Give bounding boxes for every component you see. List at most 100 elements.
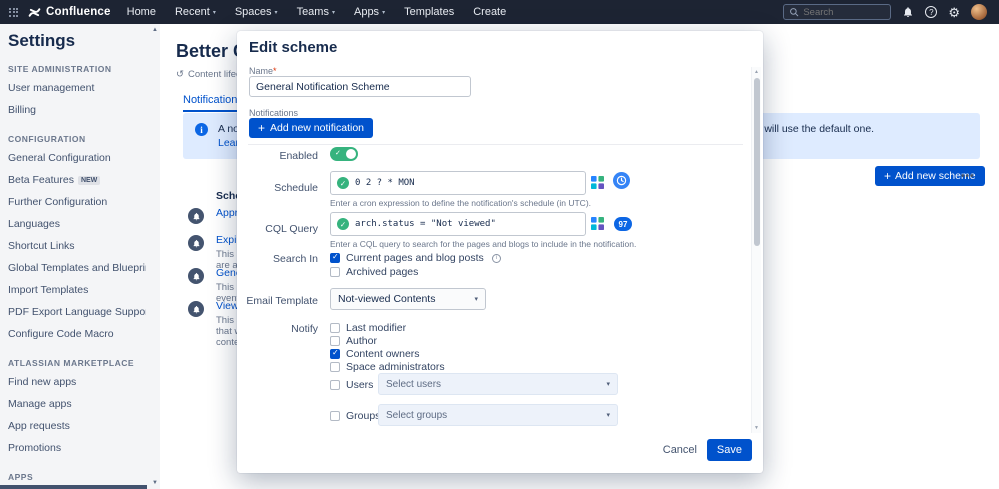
checkbox-last-modifier[interactable]	[330, 323, 340, 333]
checkbox-space-administrators[interactable]	[330, 362, 340, 372]
sidebar-section-header: ATLASSIAN MARKETPLACE	[8, 358, 135, 368]
search-input[interactable]	[803, 6, 884, 18]
enabled-label: Enabled	[279, 150, 318, 162]
sidebar-item-find-new-apps[interactable]: Find new apps	[8, 371, 146, 393]
gear-icon[interactable]: ⚙	[948, 6, 960, 19]
cql-label: CQL Query	[265, 223, 318, 235]
checkbox-label: Archived pages	[346, 266, 419, 278]
add-notification-label: Add new notification	[270, 122, 364, 134]
checkbox-groups[interactable]	[330, 411, 340, 421]
sidebar-item-further-configuration[interactable]: Further Configuration	[8, 191, 146, 213]
sidebar-item-import-templates[interactable]: Import Templates	[8, 279, 146, 301]
nav-label: Teams	[296, 6, 329, 18]
cql-query-value: arch.status = "Not viewed"	[355, 219, 496, 229]
valid-check-icon	[337, 218, 349, 230]
nav-label: Apps	[353, 6, 380, 18]
confluence-logo[interactable]: Confluence	[28, 6, 111, 19]
select-users-placeholder: Select users	[386, 378, 442, 390]
chevron-down-icon: ▾	[331, 10, 335, 16]
settings-sidebar: Settings SITE ADMINISTRATION User manage…	[0, 24, 160, 489]
info-icon[interactable]: i	[491, 253, 501, 263]
nav-label: Create	[473, 6, 507, 18]
sidebar-item-pdf-export-language[interactable]: PDF Export Language Support	[8, 301, 146, 323]
select-users[interactable]: Select users ▾	[378, 373, 618, 395]
email-template-select[interactable]: Not-viewed Contents ▾	[330, 288, 486, 310]
checkbox-label: Groups	[346, 410, 381, 422]
new-badge: NEW	[77, 176, 101, 185]
match-count-badge[interactable]: 97	[614, 217, 632, 231]
nav-recent[interactable]: Recent ▾	[175, 6, 216, 18]
search-in-label: Search In	[273, 253, 318, 265]
chevron-down-icon: ▾	[606, 381, 610, 388]
sidebar-item-promotions[interactable]: Promotions	[8, 437, 146, 459]
confluence-logo-icon	[28, 7, 41, 17]
user-avatar[interactable]	[971, 4, 987, 20]
nav-create[interactable]: Create	[473, 6, 506, 18]
scrollbar-thumb[interactable]	[753, 78, 760, 246]
chevron-down-icon: ▾	[212, 10, 216, 16]
plus-icon: +	[884, 169, 892, 183]
cql-builder-icon[interactable]	[591, 217, 604, 230]
scroll-up-icon[interactable]: ▲	[754, 69, 759, 75]
sidebar-item-languages[interactable]: Languages	[8, 213, 146, 235]
nav-home[interactable]: Home	[127, 6, 156, 18]
nav-templates[interactable]: Templates	[404, 6, 454, 18]
nav-spaces[interactable]: Spaces ▾	[235, 6, 278, 18]
lifecycle-icon: ↺	[176, 69, 184, 80]
chevron-down-icon: ▾	[382, 10, 386, 16]
top-navigation-bar: Confluence Home Recent ▾ Spaces ▾ Teams ▾ A…	[0, 0, 999, 24]
toggle-knob	[346, 149, 356, 159]
cql-query-input[interactable]: arch.status = "Not viewed"	[330, 212, 586, 236]
sidebar-section-header: SITE ADMINISTRATION	[8, 64, 112, 74]
checkbox-archived-pages[interactable]	[330, 267, 340, 277]
nav-label: Templates	[404, 6, 455, 18]
users-row: Users	[330, 379, 373, 391]
sidebar-scroll-down-icon[interactable]: ▼	[152, 480, 158, 486]
schedule-input[interactable]: 0 2 ? * MON	[330, 171, 586, 195]
save-button[interactable]: Save	[706, 439, 752, 461]
help-icon[interactable]: ?	[925, 6, 938, 18]
info-icon: i	[195, 123, 208, 136]
notification-scheme-icon	[188, 301, 204, 317]
more-actions-button[interactable]: •••	[961, 166, 975, 186]
app-switcher-icon[interactable]	[9, 7, 18, 17]
scheme-name-input[interactable]	[249, 76, 471, 97]
add-new-notification-button[interactable]: + Add new notification	[249, 118, 373, 138]
notify-option-row: Space administrators	[330, 361, 445, 373]
scroll-down-icon[interactable]: ▼	[754, 425, 759, 431]
nav-apps[interactable]: Apps ▾	[354, 6, 385, 18]
notification-scheme-icon	[188, 208, 204, 224]
edit-scheme-dialog: Edit scheme Name* Notifications + Add ne…	[237, 31, 763, 473]
sidebar-item-better-content-archiving[interactable]: Better Content Archiving	[0, 485, 147, 489]
notifications-bell-icon[interactable]	[902, 6, 914, 18]
nav-teams[interactable]: Teams ▾	[297, 6, 335, 18]
cron-builder-icon[interactable]	[591, 176, 604, 189]
sidebar-item-configure-code-macro[interactable]: Configure Code Macro	[8, 323, 146, 345]
chevron-down-icon: ▾	[606, 412, 610, 419]
schedule-preview-clock-icon[interactable]	[613, 172, 630, 189]
sidebar-item-manage-apps[interactable]: Manage apps	[8, 393, 146, 415]
cancel-button[interactable]: Cancel	[663, 444, 697, 456]
enabled-toggle[interactable]	[330, 147, 358, 161]
sidebar-item-global-templates[interactable]: Global Templates and Blueprints	[8, 257, 146, 279]
sidebar-item-app-requests[interactable]: App requests	[8, 415, 146, 437]
global-search[interactable]	[783, 4, 892, 20]
chevron-down-icon: ▾	[474, 296, 478, 303]
checkbox-users[interactable]	[330, 380, 340, 390]
select-groups[interactable]: Select groups ▾	[378, 404, 618, 426]
schedule-help-text: Enter a cron expression to define the no…	[330, 198, 592, 208]
sidebar-item-shortcut-links[interactable]: Shortcut Links	[8, 235, 146, 257]
sidebar-item-general-configuration[interactable]: General Configuration	[8, 147, 146, 169]
sidebar-item-billing[interactable]: Billing	[8, 99, 146, 121]
sidebar-scroll-up-icon[interactable]: ▲	[152, 27, 158, 33]
notification-scheme-icon	[188, 235, 204, 251]
notify-option-row: Last modifier	[330, 322, 406, 334]
sidebar-section-header: CONFIGURATION	[8, 134, 86, 144]
sidebar-item-user-management[interactable]: User management	[8, 77, 146, 99]
sidebar-item-beta-features[interactable]: Beta Features NEW	[8, 169, 146, 191]
dialog-scrollbar[interactable]: ▲ ▼	[751, 67, 761, 433]
cron-expression-value: 0 2 ? * MON	[355, 178, 415, 188]
checkbox-current-pages[interactable]	[330, 252, 340, 263]
checkbox-author[interactable]	[330, 336, 340, 346]
checkbox-content-owners[interactable]	[330, 348, 340, 359]
